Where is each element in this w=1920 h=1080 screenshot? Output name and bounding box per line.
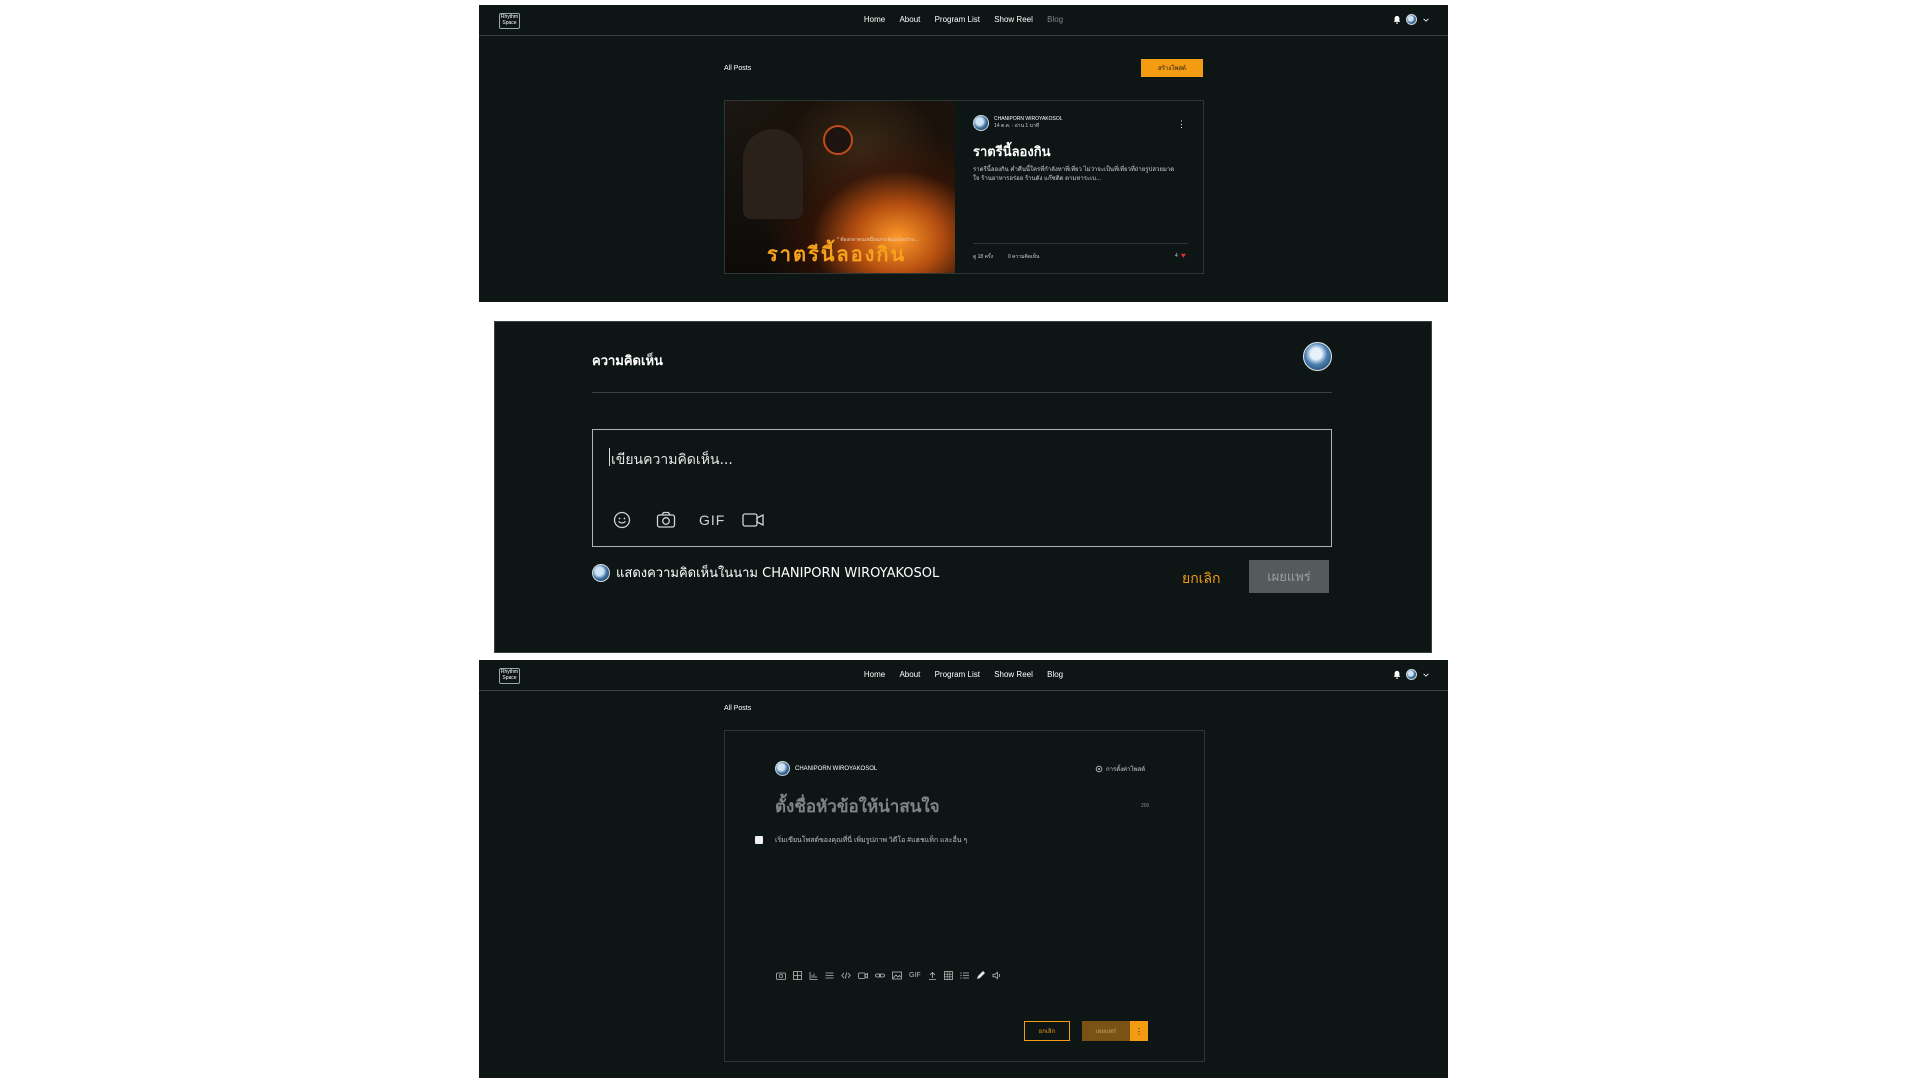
comment-editor[interactable]: เขียนความคิดเห็น... GIF (592, 429, 1332, 547)
comment-input[interactable]: เขียนความคิดเห็น... (611, 449, 733, 471)
comment-as-row: แสดงความคิดเห็นในนาม CHANIPORN WIROYAKOS… (592, 562, 939, 583)
avatar[interactable] (1406, 14, 1417, 25)
editor-author-row: CHANIPORN WIROYAKOSOL (775, 761, 877, 776)
more-options-icon[interactable]: ⋮ (1177, 119, 1186, 130)
link-icon[interactable] (875, 971, 885, 980)
nav-link-home[interactable]: Home (864, 15, 885, 24)
blog-list-screen: Rhythm Space Home About Program List Sho… (479, 5, 1448, 302)
nav-user-area-editor (1393, 669, 1430, 680)
video-icon[interactable] (742, 512, 764, 528)
chevron-down-icon[interactable] (1422, 16, 1430, 24)
bell-icon[interactable] (1393, 670, 1401, 679)
code-icon[interactable] (841, 971, 851, 980)
image-icon[interactable] (892, 971, 902, 980)
video-icon[interactable] (858, 971, 868, 980)
commenter-avatar[interactable] (1303, 342, 1332, 371)
nav-link-show-reel-editor[interactable]: Show Reel (994, 670, 1033, 679)
all-posts-label[interactable]: All Posts (724, 65, 751, 72)
post-likes-count: 4 (1175, 253, 1178, 259)
title-input[interactable]: ตั้งชื่อหัวข้อให้น่าสนใจ (775, 793, 940, 820)
post-settings-label: การตั้งค่าโพสต์ (1106, 767, 1146, 773)
heart-icon[interactable]: ♥ (1181, 251, 1186, 260)
chart-icon[interactable] (809, 971, 818, 980)
nav-link-program-list[interactable]: Program List (935, 15, 980, 24)
upload-icon[interactable] (928, 971, 937, 980)
post-excerpt: ราตรีนี้ลองกิน ค่ำคืนนี้ใครที่กำลังหาที่… (973, 167, 1175, 182)
post-card-divider (973, 243, 1188, 244)
post-card[interactable]: * ต้องกลาคนเหมือนกระตุ้นแปลงร่าง... ราตร… (724, 100, 1204, 274)
create-post-button[interactable]: สร้างโพสต์ (1141, 59, 1203, 77)
editor-cancel-button[interactable]: ยกเลิก (1024, 1021, 1070, 1041)
post-title[interactable]: ราตรีนี้ลองกิน (973, 141, 1050, 162)
avatar[interactable] (1406, 669, 1417, 680)
post-author-row: CHANIPORN WIROYAKOSOL 14 ต.ค. · อ่าน 1 น… (973, 115, 1063, 131)
body-input[interactable]: เริ่มเขียนโพสต์ของคุณที่นี่ เพิ่มรูปภาพ … (775, 835, 967, 846)
nav-link-blog-editor[interactable]: Blog (1047, 670, 1063, 679)
comment-as-avatar (592, 563, 610, 582)
post-settings-button[interactable]: การตั้งค่าโพสต์ (1095, 764, 1145, 774)
thumbnail-title: ราตรีนี้ลองกิน (767, 242, 907, 266)
nav-user-area (1393, 14, 1430, 25)
comments-divider (592, 392, 1332, 393)
post-meta: 14 ต.ค. · อ่าน 1 นาที (994, 123, 1040, 129)
nav-link-program-list-editor[interactable]: Program List (935, 670, 980, 679)
author-avatar[interactable] (973, 115, 989, 131)
nav-link-blog[interactable]: Blog (1047, 15, 1063, 24)
thumbnail-sign (823, 125, 853, 155)
editor-author: CHANIPORN WIROYAKOSOL (795, 765, 878, 772)
nav-link-about-editor[interactable]: About (899, 670, 920, 679)
publish-button[interactable]: เผยแพร่ (1249, 560, 1329, 593)
audio-icon[interactable] (992, 971, 1002, 980)
nav-links: Home About Program List Show Reel Blog (479, 15, 1448, 24)
editor-publish-button[interactable]: เผยแพร่ (1082, 1021, 1130, 1041)
pen-icon[interactable] (976, 971, 985, 980)
camera-icon[interactable] (776, 971, 786, 980)
title-char-count: 200 (1141, 803, 1150, 809)
gear-icon (1095, 765, 1103, 773)
top-nav: Rhythm Space Home About Program List Sho… (479, 5, 1448, 36)
top-nav-editor: Rhythm Space Home About Program List Sho… (479, 660, 1448, 691)
comments-section: ความคิดเห็น เขียนความคิดเห็น... GIF แสดง… (494, 321, 1432, 653)
comment-as-label: แสดงความคิดเห็นในนาม CHANIPORN WIROYAKOS… (616, 566, 940, 581)
gallery-icon[interactable] (793, 971, 802, 980)
chevron-down-icon[interactable] (1422, 671, 1430, 679)
gif-icon[interactable]: GIF (909, 972, 921, 979)
thumbnail-figure (743, 129, 803, 219)
text-cursor (609, 448, 610, 466)
all-posts-label-editor[interactable]: All Posts (724, 705, 751, 712)
nav-link-show-reel[interactable]: Show Reel (994, 15, 1033, 24)
cancel-button[interactable]: ยกเลิก (1182, 568, 1221, 590)
post-views: ดู 18 ครั้ง (973, 254, 994, 260)
publish-options-button[interactable]: ⋮ (1130, 1021, 1148, 1041)
emoji-icon[interactable] (613, 511, 631, 529)
list-icon[interactable] (960, 971, 969, 980)
gif-icon[interactable]: GIF (699, 512, 725, 528)
post-thumbnail[interactable]: * ต้องกลาคนเหมือนกระตุ้นแปลงร่าง... ราตร… (725, 101, 955, 273)
post-comments-count: 0 ความคิดเห็น (1008, 254, 1040, 260)
bell-icon[interactable] (1393, 15, 1401, 24)
table-icon[interactable] (943, 971, 953, 980)
post-editor-screen: Rhythm Space Home About Program List Sho… (479, 660, 1448, 1078)
add-block-checkbox[interactable] (755, 836, 763, 844)
divider-icon[interactable] (825, 971, 834, 980)
nav-link-about[interactable]: About (899, 15, 920, 24)
editor-toolbar: GIF (776, 971, 1002, 980)
editor-author-avatar (775, 761, 790, 776)
camera-icon[interactable] (656, 511, 676, 529)
nav-link-home-editor[interactable]: Home (864, 670, 885, 679)
nav-links-editor: Home About Program List Show Reel Blog (479, 670, 1448, 679)
comments-title: ความคิดเห็น (592, 354, 663, 369)
editor-card: CHANIPORN WIROYAKOSOL การตั้งค่าโพสต์ ตั… (724, 730, 1205, 1062)
